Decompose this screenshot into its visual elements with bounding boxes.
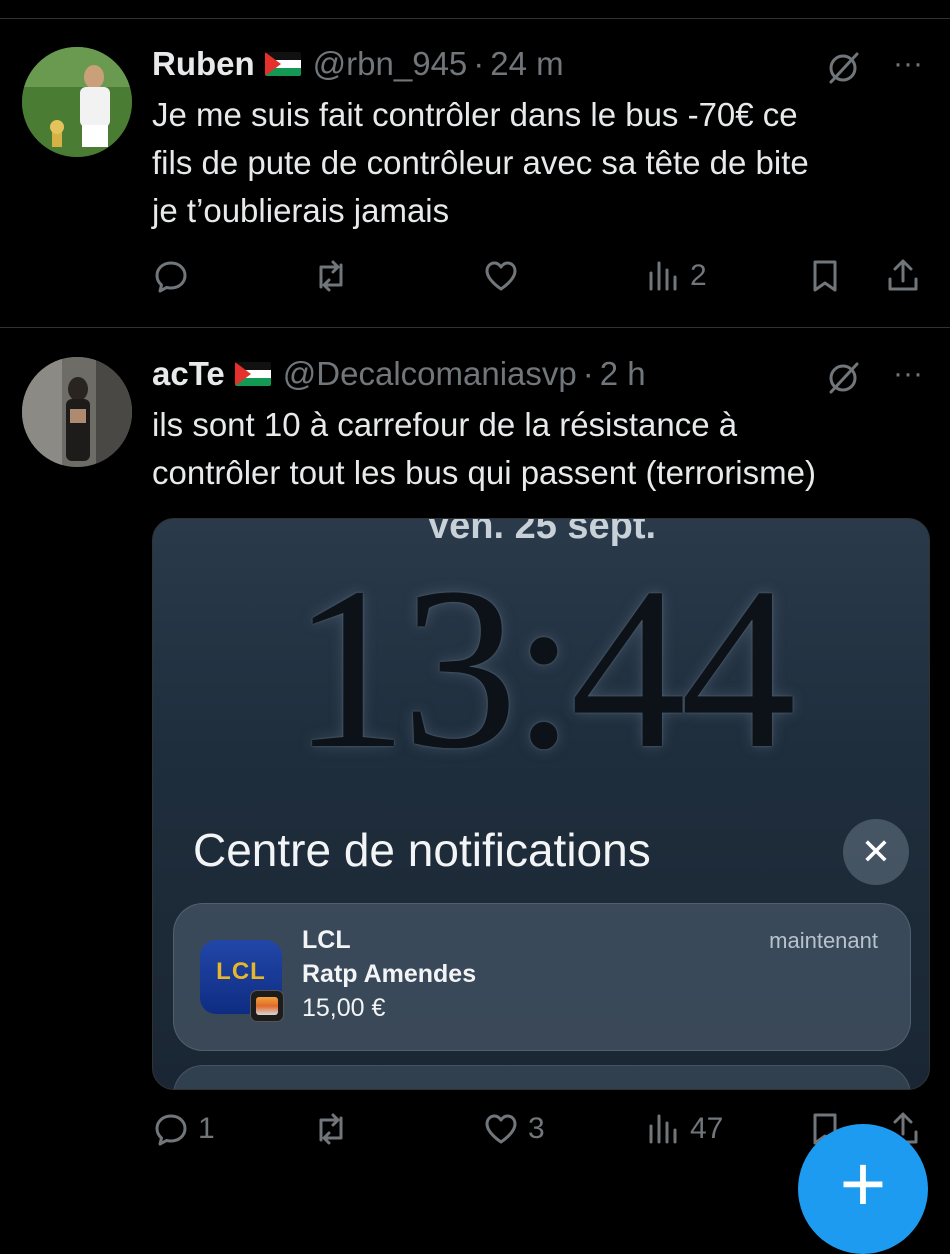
reply-count: 1	[198, 1112, 215, 1145]
reply-icon	[155, 1114, 187, 1146]
user-handle[interactable]: @Decalcomaniasvp	[283, 355, 577, 393]
palestine-flag-icon	[234, 362, 271, 386]
views-button[interactable]: 47	[644, 1104, 723, 1154]
bookmark-button[interactable]	[806, 251, 844, 301]
avatar-image	[22, 357, 132, 467]
reply-button[interactable]	[152, 251, 198, 301]
avatar[interactable]	[22, 47, 132, 157]
tweet-text: ils sont 10 à carrefour de la résistance…	[152, 406, 816, 491]
retweet-icon	[319, 260, 343, 292]
avatar-image	[22, 47, 132, 157]
share-button[interactable]	[884, 251, 922, 301]
compose-button[interactable]: +	[798, 1124, 928, 1254]
reply-icon	[155, 261, 187, 293]
separator-dot: ·	[582, 355, 594, 392]
tweet-text: Je me suis fait contrôler dans le bus -7…	[152, 96, 809, 229]
notification-title: Ratp Amendes	[302, 960, 477, 988]
grok-icon[interactable]	[824, 49, 862, 87]
tweet-header: acTe @Decalcomaniasvp · 2 h	[152, 354, 646, 394]
notification-app-name: LCL	[302, 926, 351, 954]
heart-icon	[485, 1114, 517, 1144]
wallet-icon	[250, 990, 284, 1022]
tweet[interactable]: Ruben @rbn_945 · 24 m ··· Je me suis fai…	[0, 19, 950, 328]
lcl-logo: LCL	[216, 958, 266, 985]
reply-button[interactable]: 1	[152, 1104, 215, 1154]
tweet-actions: 2	[152, 251, 932, 301]
retweet-button[interactable]	[312, 1104, 358, 1154]
like-button[interactable]	[482, 251, 528, 301]
palestine-flag-icon	[264, 52, 301, 76]
retweet-icon	[319, 1113, 343, 1145]
retweet-button[interactable]	[312, 251, 358, 301]
notification-center-title: Centre de notifications	[193, 824, 651, 876]
view-count: 2	[690, 259, 707, 292]
tweet-media-image[interactable]: Ven. 25 sept. 13:44 Centre de notificati…	[152, 518, 930, 1090]
lockscreen-clock: 13:44	[291, 540, 796, 797]
more-options-icon[interactable]: ···	[888, 359, 928, 399]
view-count: 47	[690, 1112, 724, 1145]
notification-card-partial	[173, 1065, 911, 1089]
avatar[interactable]	[22, 357, 132, 467]
display-name[interactable]: acTe	[152, 355, 225, 393]
heart-icon	[485, 261, 517, 291]
views-icon	[649, 1114, 677, 1144]
user-handle[interactable]: @rbn_945	[313, 45, 468, 83]
top-divider	[0, 0, 950, 19]
tweet-header: Ruben @rbn_945 · 24 m	[152, 44, 564, 84]
grok-icon[interactable]	[824, 359, 862, 397]
views-icon	[649, 261, 677, 291]
separator-dot: ·	[473, 45, 485, 82]
notification-card: LCL LCL maintenant Ratp Amendes 15,00 €	[173, 903, 911, 1051]
notification-time: maintenant	[769, 928, 878, 953]
views-button[interactable]: 2	[644, 251, 707, 301]
like-count: 3	[528, 1112, 545, 1145]
notification-amount: 15,00 €	[302, 994, 386, 1022]
more-options-icon[interactable]: ···	[888, 49, 928, 89]
timestamp[interactable]: 24 m	[490, 45, 563, 83]
timestamp[interactable]: 2 h	[600, 355, 646, 393]
tweet[interactable]: acTe @Decalcomaniasvp · 2 h ··· ils sont…	[0, 328, 950, 1200]
bookmark-icon	[813, 260, 837, 292]
close-icon: ✕	[843, 819, 909, 885]
like-button[interactable]: 3	[482, 1104, 545, 1154]
share-icon	[888, 259, 918, 291]
display-name[interactable]: Ruben	[152, 45, 255, 83]
